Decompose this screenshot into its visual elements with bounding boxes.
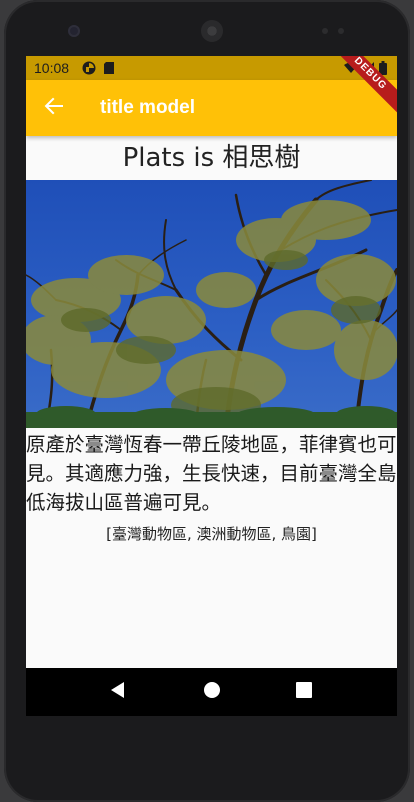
app-notification-icon <box>82 61 96 75</box>
nav-home-button[interactable] <box>200 680 224 704</box>
overview-square-icon <box>296 682 312 702</box>
front-camera <box>68 25 80 37</box>
status-time: 10:08 <box>34 60 70 76</box>
phone-frame: 10:08 title model DEBUG Plats is 相思樹 原產於… <box>4 0 410 802</box>
app-bar-title: title model <box>100 97 196 118</box>
plant-description: 原產於臺灣恆春一帶丘陵地區，菲律賓也可見。其適應力強，生長快速，目前臺灣全島低海… <box>26 433 397 514</box>
acacia-tree-image <box>26 180 397 428</box>
nav-back-button[interactable] <box>106 680 130 704</box>
plant-photo <box>26 180 397 428</box>
proximity-sensor <box>322 28 328 34</box>
light-sensor <box>338 28 344 34</box>
app-screen: 10:08 title model DEBUG Plats is 相思樹 原產於… <box>26 56 397 716</box>
plant-locations: [臺灣動物區, 澳洲動物區, 鳥園] <box>106 525 317 543</box>
back-triangle-icon <box>109 681 127 703</box>
earpiece-speaker <box>201 20 223 42</box>
page-title: Plats is 相思樹 <box>122 143 301 173</box>
nav-overview-button[interactable] <box>292 680 316 704</box>
system-nav-bar <box>26 668 397 716</box>
home-circle-icon <box>203 681 221 703</box>
sd-card-icon <box>103 61 117 75</box>
app-bar: title model <box>26 80 397 136</box>
back-button[interactable] <box>38 92 70 124</box>
arrow-back-icon <box>43 95 65 121</box>
status-bar: 10:08 <box>26 56 397 80</box>
